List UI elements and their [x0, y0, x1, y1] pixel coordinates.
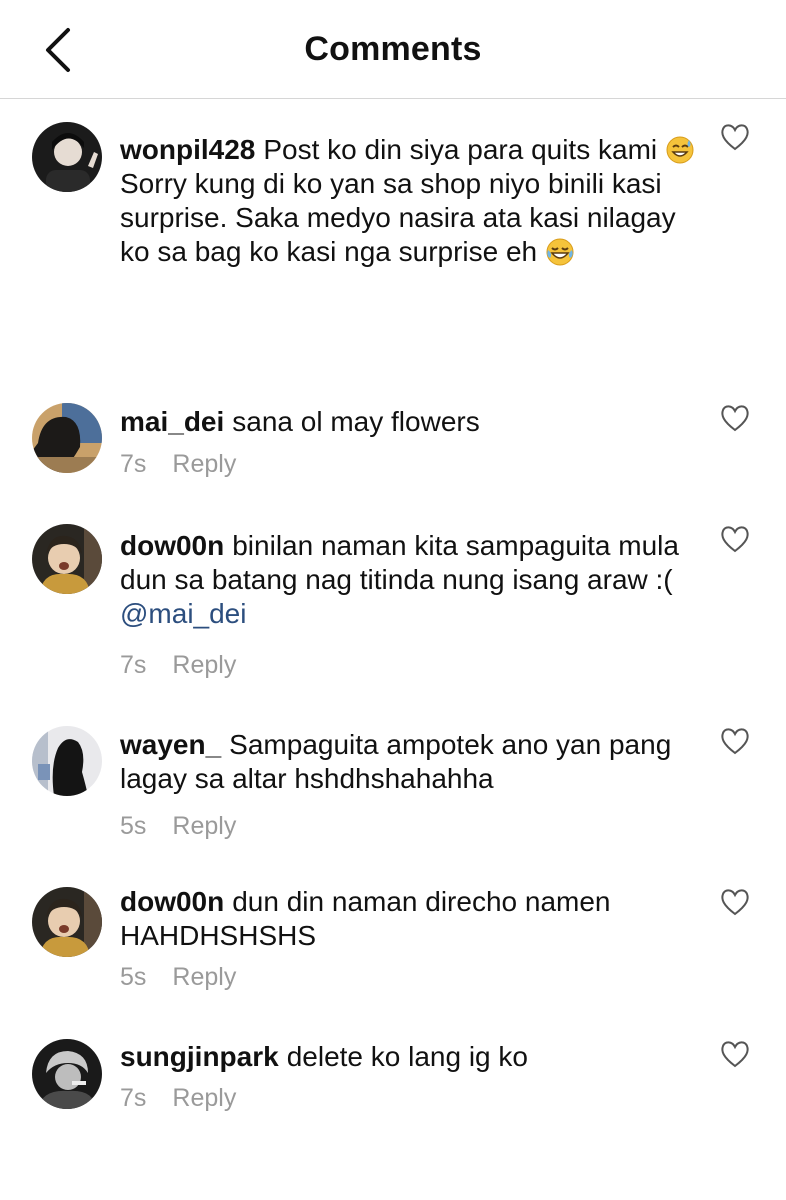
- comment-time: 7s: [120, 651, 147, 679]
- comment-username[interactable]: dow00n: [120, 886, 224, 917]
- comment-body: wayen_ Sampaguita ampotek ano yan pang la…: [120, 728, 710, 796]
- comment-meta: 5s Reply: [120, 963, 236, 992]
- comment-meta: 5s Reply: [120, 812, 236, 841]
- comment-body: wonpil428 Post ko din siya para quits kam…: [120, 133, 710, 269]
- like-heart-icon[interactable]: [719, 524, 751, 554]
- avatar[interactable]: [32, 122, 102, 192]
- comment-username[interactable]: sungjinpark: [120, 1041, 279, 1072]
- comment-meta: 7s Reply: [120, 1084, 236, 1113]
- comment-text: Post ko din siya para quits kami: [263, 134, 665, 165]
- avatar[interactable]: [32, 887, 102, 957]
- reply-button[interactable]: Reply: [172, 1084, 236, 1113]
- reply-button[interactable]: Reply: [172, 963, 236, 992]
- comment-text: delete ko lang ig ko: [286, 1041, 528, 1072]
- like-heart-icon[interactable]: [719, 122, 751, 152]
- comment-body: dow00n binilan naman kita sampaguita mula…: [120, 529, 710, 631]
- comment-meta: 7s Reply: [120, 651, 236, 680]
- like-heart-icon[interactable]: [719, 403, 751, 433]
- like-heart-icon[interactable]: [719, 887, 751, 917]
- comment-body: dow00n dun din naman direcho namen HAHDHS…: [120, 885, 710, 953]
- comment-time: 7s: [120, 1084, 147, 1112]
- comment-time: 5s: [120, 812, 147, 840]
- like-heart-icon[interactable]: [719, 726, 751, 756]
- like-heart-icon[interactable]: [719, 1039, 751, 1069]
- page-title: Comments: [304, 30, 482, 68]
- header-bar: Comments: [0, 0, 786, 99]
- comment-username[interactable]: dow00n: [120, 530, 224, 561]
- comment-username[interactable]: mai_dei: [120, 406, 224, 437]
- reply-button[interactable]: Reply: [172, 812, 236, 841]
- grinning-sweat-emoji: [665, 135, 695, 165]
- comment-body: sungjinpark delete ko lang ig ko: [120, 1040, 710, 1074]
- comment-body: mai_dei sana ol may flowers: [120, 405, 710, 439]
- comment-username[interactable]: wonpil428: [120, 134, 255, 165]
- comment-text: Sorry kung di ko yan sa shop niyo binili…: [120, 168, 676, 267]
- comment-meta: 7s Reply: [120, 450, 236, 479]
- tears-of-joy-emoji: [545, 237, 575, 267]
- avatar[interactable]: [32, 524, 102, 594]
- comment-time: 5s: [120, 963, 147, 991]
- reply-button[interactable]: Reply: [172, 651, 236, 680]
- mention-link[interactable]: @mai_dei: [120, 598, 246, 629]
- comment-username[interactable]: wayen_: [120, 729, 221, 760]
- reply-button[interactable]: Reply: [172, 450, 236, 479]
- avatar[interactable]: [32, 726, 102, 796]
- avatar[interactable]: [32, 1039, 102, 1109]
- avatar[interactable]: [32, 403, 102, 473]
- comment-text: sana ol may flowers: [232, 406, 480, 437]
- comment-time: 7s: [120, 450, 147, 478]
